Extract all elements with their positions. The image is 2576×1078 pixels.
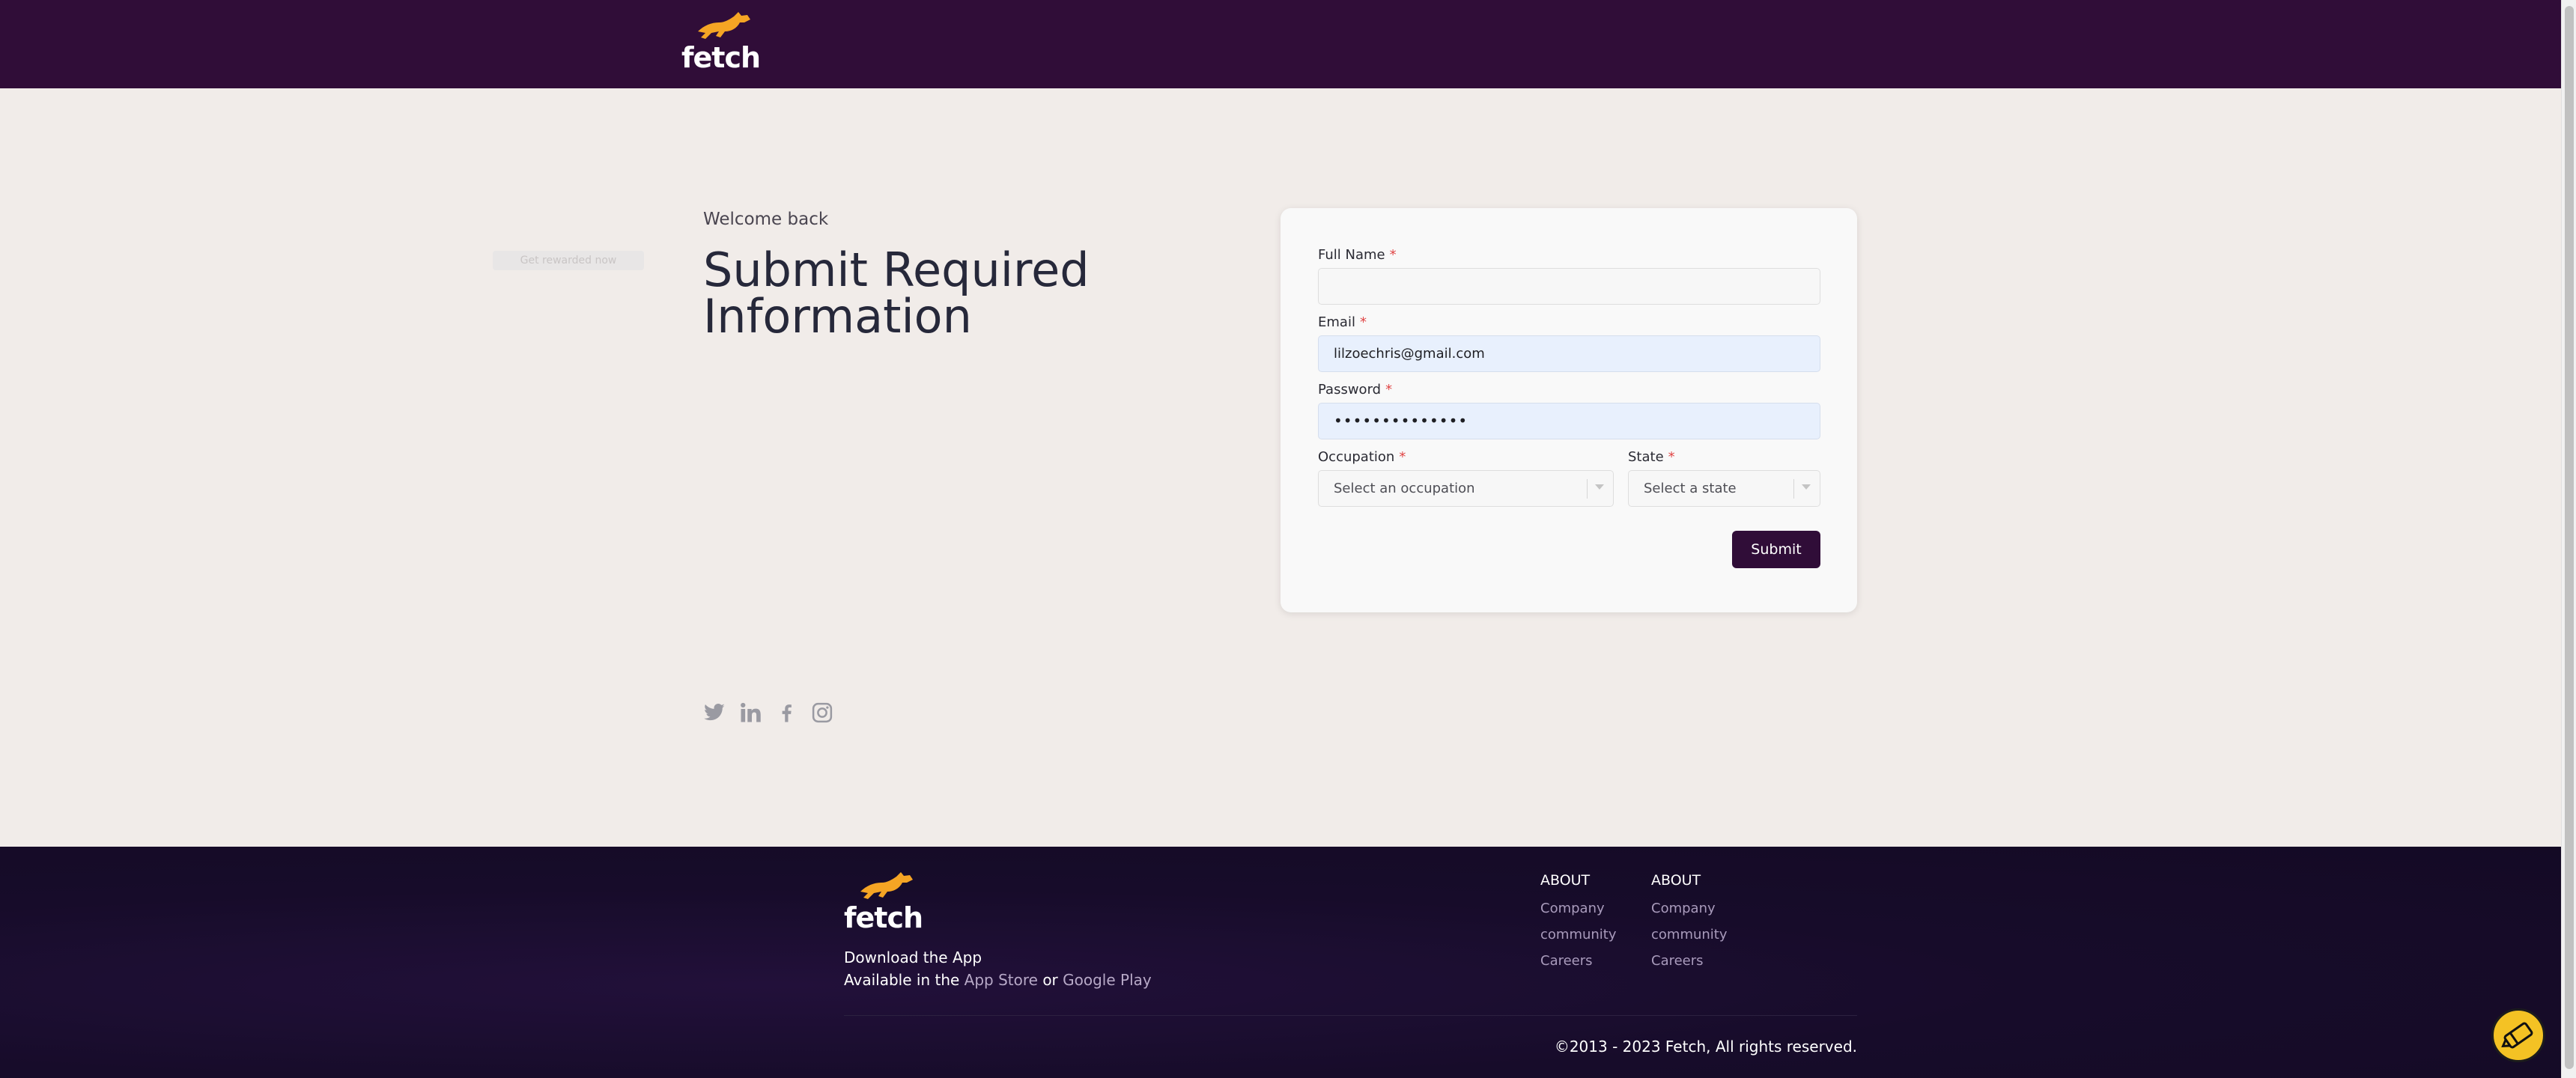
fetch-dog-icon	[698, 12, 750, 39]
password-label: Password *	[1318, 382, 1393, 398]
submit-button[interactable]: Submit	[1732, 531, 1820, 568]
footer-link-company[interactable]: Company	[1540, 901, 1617, 916]
vertical-scrollbar[interactable]	[2561, 0, 2576, 1078]
select-divider	[1793, 479, 1794, 499]
page-title: Submit Required Information	[703, 243, 1090, 344]
chevron-down-icon	[1595, 484, 1604, 490]
email-input[interactable]: lilzoechris@gmail.com	[1318, 335, 1820, 372]
availability-text: Available in the App Store or Google Pla…	[844, 971, 1152, 989]
state-placeholder: Select a state	[1644, 481, 1737, 496]
footer-column-heading: ABOUT	[1540, 872, 1591, 889]
app-store-link[interactable]: App Store	[965, 971, 1038, 989]
occupation-select[interactable]: Select an occupation	[1318, 470, 1614, 507]
footer-link-community[interactable]: community	[1540, 927, 1617, 943]
top-header: fetch	[0, 0, 2561, 88]
email-label: Email *	[1318, 314, 1367, 330]
twitter-icon[interactable]	[703, 701, 726, 724]
helper-widget-button[interactable]	[2491, 1008, 2545, 1062]
full-name-input[interactable]	[1318, 268, 1820, 305]
instagram-icon[interactable]	[811, 701, 833, 724]
footer-link-community[interactable]: community	[1651, 927, 1728, 943]
scrollbar-thumb[interactable]	[2565, 6, 2574, 1069]
logo-text: fetch	[681, 41, 761, 74]
chevron-down-icon	[1802, 484, 1811, 490]
select-divider	[1587, 479, 1588, 499]
footer-link-careers[interactable]: Careers	[1540, 953, 1617, 969]
footer-divider	[844, 1015, 1857, 1016]
state-select[interactable]: Select a state	[1628, 470, 1820, 507]
footer: fetch Download the App Available in the …	[0, 847, 2561, 1078]
state-label: State *	[1628, 449, 1675, 465]
fetch-dog-icon	[860, 872, 913, 899]
full-name-label: Full Name *	[1318, 247, 1397, 263]
occupation-placeholder: Select an occupation	[1334, 481, 1475, 496]
header-logo[interactable]: fetch	[681, 9, 764, 72]
download-app-text: Download the App	[844, 948, 982, 966]
logo-text: fetch	[844, 901, 923, 934]
footer-column-about: ABOUT Company community Careers	[1651, 872, 1728, 979]
footer-link-company[interactable]: Company	[1651, 901, 1728, 916]
footer-link-careers[interactable]: Careers	[1651, 953, 1728, 969]
password-input[interactable]: ••••••••••••••	[1318, 403, 1820, 439]
google-play-link[interactable]: Google Play	[1063, 971, 1152, 989]
occupation-label: Occupation *	[1318, 449, 1406, 465]
facebook-icon[interactable]	[775, 701, 798, 724]
footer-column-about: ABOUT Company community Careers	[1540, 872, 1617, 979]
ghost-banner: Get rewarded now	[493, 251, 644, 270]
highlighter-icon	[2501, 1022, 2533, 1049]
linkedin-icon[interactable]	[739, 701, 762, 724]
welcome-text: Welcome back	[703, 210, 829, 229]
copyright: ©2013 - 2023 Fetch, All rights reserved.	[1554, 1038, 1857, 1056]
footer-logo[interactable]: fetch	[844, 869, 926, 932]
page: fetch Get rewarded now Welcome back Subm…	[0, 0, 2561, 1078]
social-links	[703, 701, 833, 724]
footer-column-heading: ABOUT	[1651, 872, 1701, 889]
